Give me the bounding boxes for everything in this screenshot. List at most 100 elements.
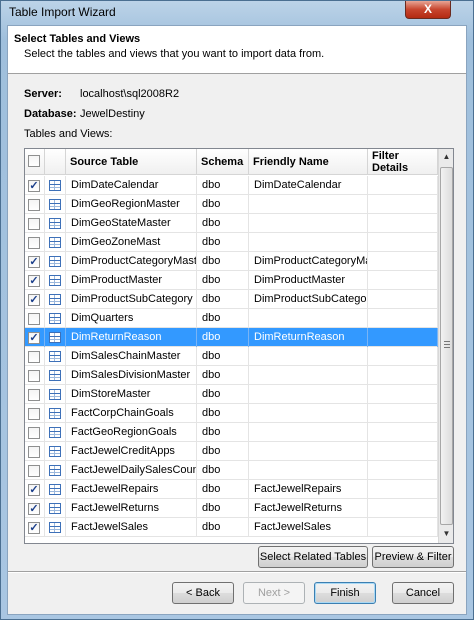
row-checkbox[interactable]: ✓	[28, 256, 40, 268]
filter-details-cell[interactable]	[368, 423, 438, 442]
friendly-name-cell[interactable]	[249, 423, 368, 442]
row-checkbox[interactable]: ✓	[28, 484, 40, 496]
row-checkbox-cell	[25, 366, 45, 385]
filter-details-cell[interactable]	[368, 233, 438, 252]
friendly-name-cell[interactable]	[249, 195, 368, 214]
row-checkbox[interactable]: ✓	[28, 522, 40, 534]
table-row[interactable]: FactJewelCreditApps dbo	[25, 442, 438, 461]
table-icon	[49, 313, 61, 324]
back-button[interactable]: < Back	[172, 582, 234, 604]
title-bar[interactable]: Table Import Wizard X	[1, 1, 473, 23]
filter-details-cell[interactable]	[368, 480, 438, 499]
table-row[interactable]: DimGeoRegionMaster dbo	[25, 195, 438, 214]
close-button[interactable]: X	[405, 1, 451, 19]
friendly-name-cell[interactable]: FactJewelReturns	[249, 499, 368, 518]
source-table-cell: DimGeoStateMaster	[66, 214, 197, 233]
filter-details-cell[interactable]	[368, 499, 438, 518]
filter-details-cell[interactable]	[368, 328, 438, 347]
friendly-name-cell[interactable]: FactJewelRepairs	[249, 480, 368, 499]
friendly-name-cell[interactable]	[249, 385, 368, 404]
filter-details-cell[interactable]	[368, 214, 438, 233]
row-checkbox[interactable]	[28, 351, 40, 363]
table-row[interactable]: FactJewelDailySalesCounts dbo	[25, 461, 438, 480]
cancel-button[interactable]: Cancel	[392, 582, 454, 604]
filter-details-cell[interactable]	[368, 271, 438, 290]
table-row[interactable]: ✓ DimDateCalendar dbo DimDateCalendar	[25, 176, 438, 195]
filter-details-cell[interactable]	[368, 176, 438, 195]
row-checkbox[interactable]: ✓	[28, 275, 40, 287]
finish-button[interactable]: Finish	[314, 582, 376, 604]
friendly-name-cell[interactable]: DimDateCalendar	[249, 176, 368, 195]
scroll-up-icon[interactable]: ▲	[439, 149, 453, 165]
row-checkbox[interactable]: ✓	[28, 503, 40, 515]
friendly-name-cell[interactable]	[249, 309, 368, 328]
row-checkbox-cell: ✓	[25, 328, 45, 347]
row-checkbox[interactable]	[28, 218, 40, 230]
table-row[interactable]: FactCorpChainGoals dbo	[25, 404, 438, 423]
friendly-name-cell[interactable]	[249, 461, 368, 480]
select-related-tables-button[interactable]: Select Related Tables	[258, 546, 368, 568]
row-checkbox[interactable]: ✓	[28, 332, 40, 344]
column-header-schema[interactable]: Schema	[197, 149, 249, 175]
table-row[interactable]: DimStoreMaster dbo	[25, 385, 438, 404]
table-row[interactable]: ✓ DimProductMaster dbo DimProductMaster	[25, 271, 438, 290]
row-checkbox[interactable]	[28, 427, 40, 439]
friendly-name-cell[interactable]: DimProductMaster	[249, 271, 368, 290]
filter-details-cell[interactable]	[368, 461, 438, 480]
row-checkbox[interactable]	[28, 446, 40, 458]
row-checkbox[interactable]	[28, 408, 40, 420]
friendly-name-cell[interactable]	[249, 214, 368, 233]
row-checkbox[interactable]	[28, 389, 40, 401]
filter-details-cell[interactable]	[368, 385, 438, 404]
table-row[interactable]: ✓ FactJewelSales dbo FactJewelSales	[25, 518, 438, 537]
row-checkbox[interactable]: ✓	[28, 294, 40, 306]
schema-cell: dbo	[197, 442, 249, 461]
row-checkbox[interactable]	[28, 313, 40, 325]
row-checkbox[interactable]: ✓	[28, 180, 40, 192]
scroll-down-icon[interactable]: ▼	[439, 526, 453, 542]
table-row[interactable]: DimSalesChainMaster dbo	[25, 347, 438, 366]
table-row[interactable]: ✓ DimReturnReason dbo DimReturnReason	[25, 328, 438, 347]
source-table-cell: DimProductSubCategory	[66, 290, 197, 309]
filter-details-cell[interactable]	[368, 252, 438, 271]
friendly-name-cell[interactable]	[249, 233, 368, 252]
filter-details-cell[interactable]	[368, 195, 438, 214]
next-button[interactable]: Next >	[243, 582, 305, 604]
filter-details-cell[interactable]	[368, 290, 438, 309]
filter-details-cell[interactable]	[368, 309, 438, 328]
table-row[interactable]: ✓ DimProductSubCategory dbo DimProductSubCa…	[25, 290, 438, 309]
filter-details-cell[interactable]	[368, 366, 438, 385]
table-row[interactable]: ✓ FactJewelReturns dbo FactJewelReturns	[25, 499, 438, 518]
table-row[interactable]: FactGeoRegionGoals dbo	[25, 423, 438, 442]
filter-details-cell[interactable]	[368, 442, 438, 461]
scrollbar-thumb[interactable]	[440, 167, 453, 525]
select-all-checkbox[interactable]	[28, 155, 40, 167]
friendly-name-cell[interactable]	[249, 404, 368, 423]
table-row[interactable]: DimGeoStateMaster dbo	[25, 214, 438, 233]
friendly-name-cell[interactable]: DimProductCategoryMas...	[249, 252, 368, 271]
row-checkbox[interactable]	[28, 199, 40, 211]
table-row[interactable]: DimQuarters dbo	[25, 309, 438, 328]
table-row[interactable]: DimSalesDivisionMaster dbo	[25, 366, 438, 385]
filter-details-cell[interactable]	[368, 518, 438, 537]
friendly-name-cell[interactable]	[249, 366, 368, 385]
row-checkbox[interactable]	[28, 465, 40, 477]
friendly-name-cell[interactable]: FactJewelSales	[249, 518, 368, 537]
row-checkbox[interactable]	[28, 237, 40, 249]
column-header-friendly-name[interactable]: Friendly Name	[249, 149, 368, 175]
filter-details-cell[interactable]	[368, 404, 438, 423]
table-row[interactable]: DimGeoZoneMast dbo	[25, 233, 438, 252]
column-header-filter-details[interactable]: Filter Details	[368, 149, 438, 175]
table-icon	[49, 427, 61, 438]
table-row[interactable]: ✓ DimProductCategoryMaster dbo DimProductCa…	[25, 252, 438, 271]
friendly-name-cell[interactable]: DimProductSubCategory	[249, 290, 368, 309]
grid-vertical-scrollbar[interactable]: ▲ ▼	[438, 149, 453, 543]
friendly-name-cell[interactable]	[249, 347, 368, 366]
friendly-name-cell[interactable]	[249, 442, 368, 461]
friendly-name-cell[interactable]: DimReturnReason	[249, 328, 368, 347]
table-row[interactable]: ✓ FactJewelRepairs dbo FactJewelRepairs	[25, 480, 438, 499]
preview-filter-button[interactable]: Preview & Filter	[372, 546, 454, 568]
filter-details-cell[interactable]	[368, 347, 438, 366]
row-checkbox[interactable]	[28, 370, 40, 382]
column-header-source-table[interactable]: Source Table	[66, 149, 197, 175]
